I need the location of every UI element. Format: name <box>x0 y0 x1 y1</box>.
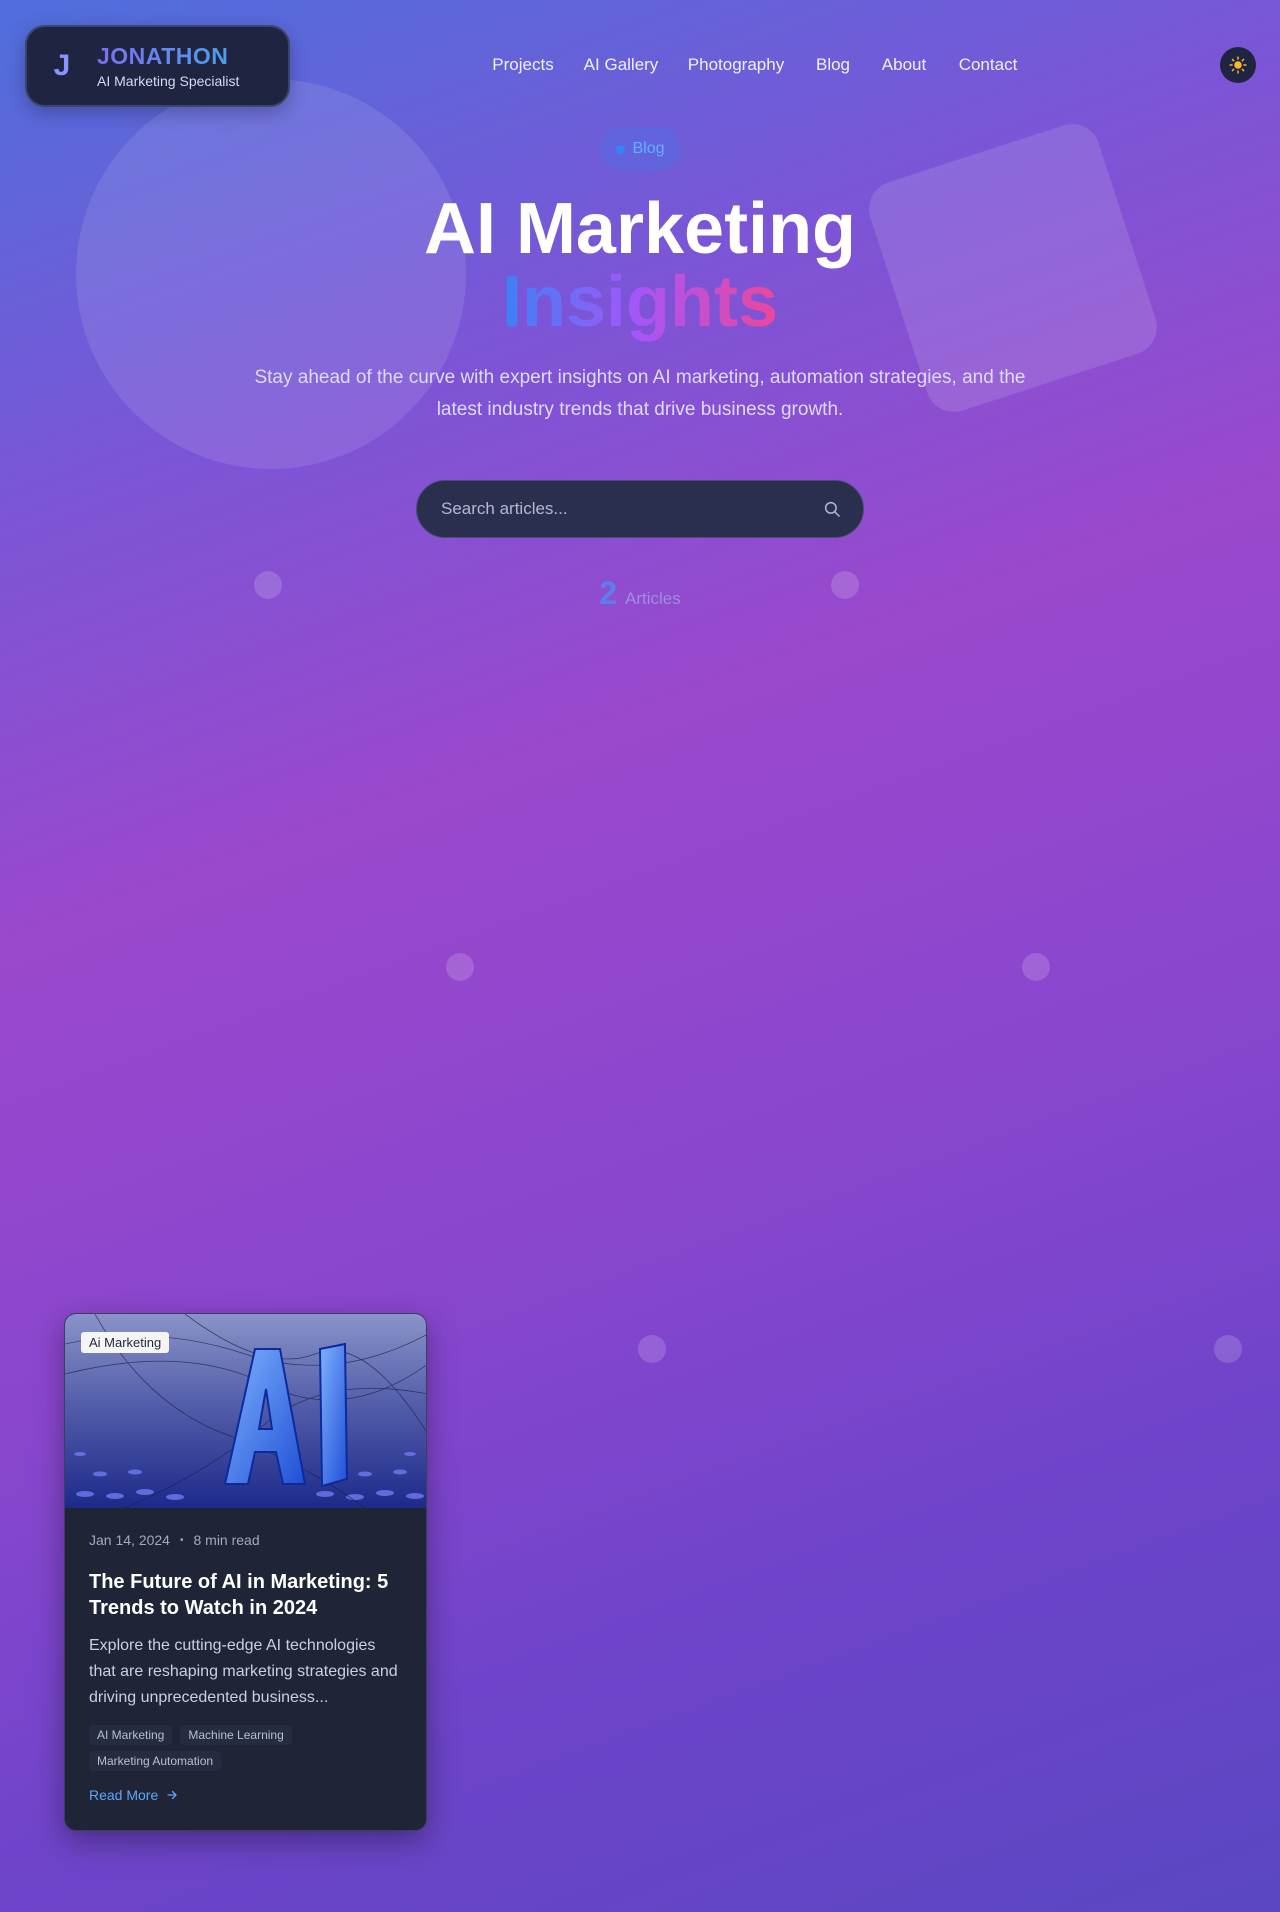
search-icon[interactable] <box>823 500 841 518</box>
article-count: 2 Articles <box>0 575 1280 612</box>
article-card[interactable]: Ai Marketing Jan 14, 2024 • 8 min read T… <box>64 1313 427 1831</box>
read-more-link[interactable]: Read More <box>89 1787 402 1803</box>
decorative-dot <box>446 953 474 981</box>
meta-separator: • <box>179 1534 184 1546</box>
tag-chip[interactable]: AI Marketing <box>89 1725 173 1745</box>
decorative-dot <box>1214 1335 1242 1363</box>
page-subtitle: Stay ahead of the curve with expert insi… <box>254 367 1026 420</box>
nav-projects[interactable]: Projects <box>492 55 553 75</box>
sun-icon <box>1229 56 1247 74</box>
article-thumbnail: Ai Marketing <box>65 1314 426 1508</box>
page-title-gradient-text: Insights <box>501 262 778 342</box>
article-read-time: 8 min read <box>193 1532 260 1548</box>
article-count-number: 2 <box>599 575 618 611</box>
nav-ai-gallery[interactable]: AI Gallery <box>584 55 659 75</box>
arrow-right-icon <box>167 1790 177 1800</box>
section-badge: Blog <box>600 128 681 170</box>
article-title[interactable]: The Future of AI in Marketing: 5 Trends … <box>89 1569 402 1621</box>
badge-label: Blog <box>632 140 665 157</box>
article-category-tag: Ai Marketing <box>81 1332 170 1353</box>
article-tags: AI Marketing Machine Learning Marketing … <box>89 1725 402 1771</box>
search-bar <box>416 480 864 538</box>
article-count-label: Articles <box>625 589 681 608</box>
read-more-label: Read More <box>89 1787 159 1803</box>
main-nav: Projects AI Gallery Photography Blog Abo… <box>0 55 1280 79</box>
nav-about[interactable]: About <box>882 55 926 75</box>
page-title-highlight: Insights <box>0 265 1280 339</box>
article-date: Jan 14, 2024 <box>89 1532 170 1548</box>
nav-contact[interactable]: Contact <box>959 55 1018 75</box>
search-input[interactable] <box>441 499 823 519</box>
decorative-dot <box>1022 953 1050 981</box>
tag-chip[interactable]: Marketing Automation <box>89 1751 222 1771</box>
tag-chip[interactable]: Machine Learning <box>180 1725 292 1745</box>
page-title: AI Marketing <box>423 189 857 269</box>
nav-blog[interactable]: Blog <box>816 55 850 75</box>
article-excerpt: Explore the cutting-edge AI technologies… <box>89 1637 398 1706</box>
theme-toggle-button[interactable] <box>1220 47 1256 83</box>
decorative-dot <box>638 1335 666 1363</box>
nav-photography[interactable]: Photography <box>688 55 784 75</box>
badge-dot <box>616 144 626 154</box>
article-meta: Jan 14, 2024 • 8 min read <box>89 1532 402 1548</box>
